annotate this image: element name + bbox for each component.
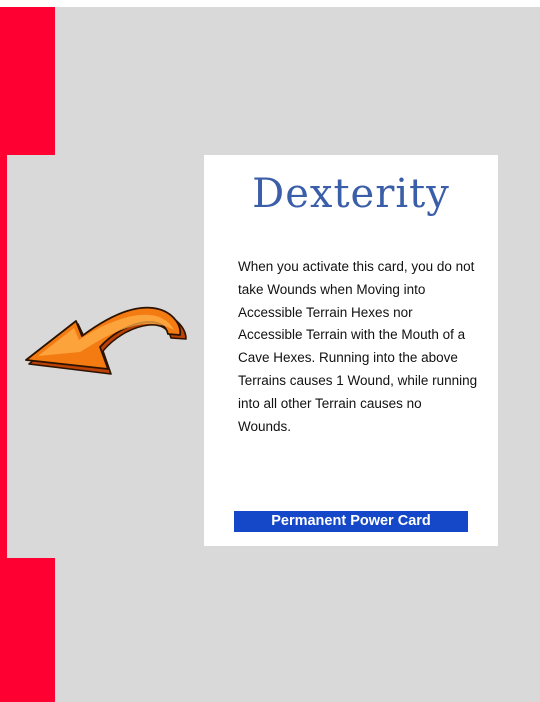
power-card: Dexterity When you activate this card, y…	[204, 155, 498, 546]
card-description: When you activate this card, you do not …	[238, 259, 478, 434]
red-side-bar-bottom	[0, 558, 55, 702]
red-side-bar-top	[0, 7, 55, 155]
card-title: Dexterity	[252, 171, 450, 217]
card-type-band: Permanent Power Card	[234, 511, 468, 532]
page-canvas: Dexterity When you activate this card, y…	[0, 0, 540, 702]
red-side-bar-middle	[0, 155, 7, 558]
left-pointing-arrow-icon	[25, 306, 187, 375]
